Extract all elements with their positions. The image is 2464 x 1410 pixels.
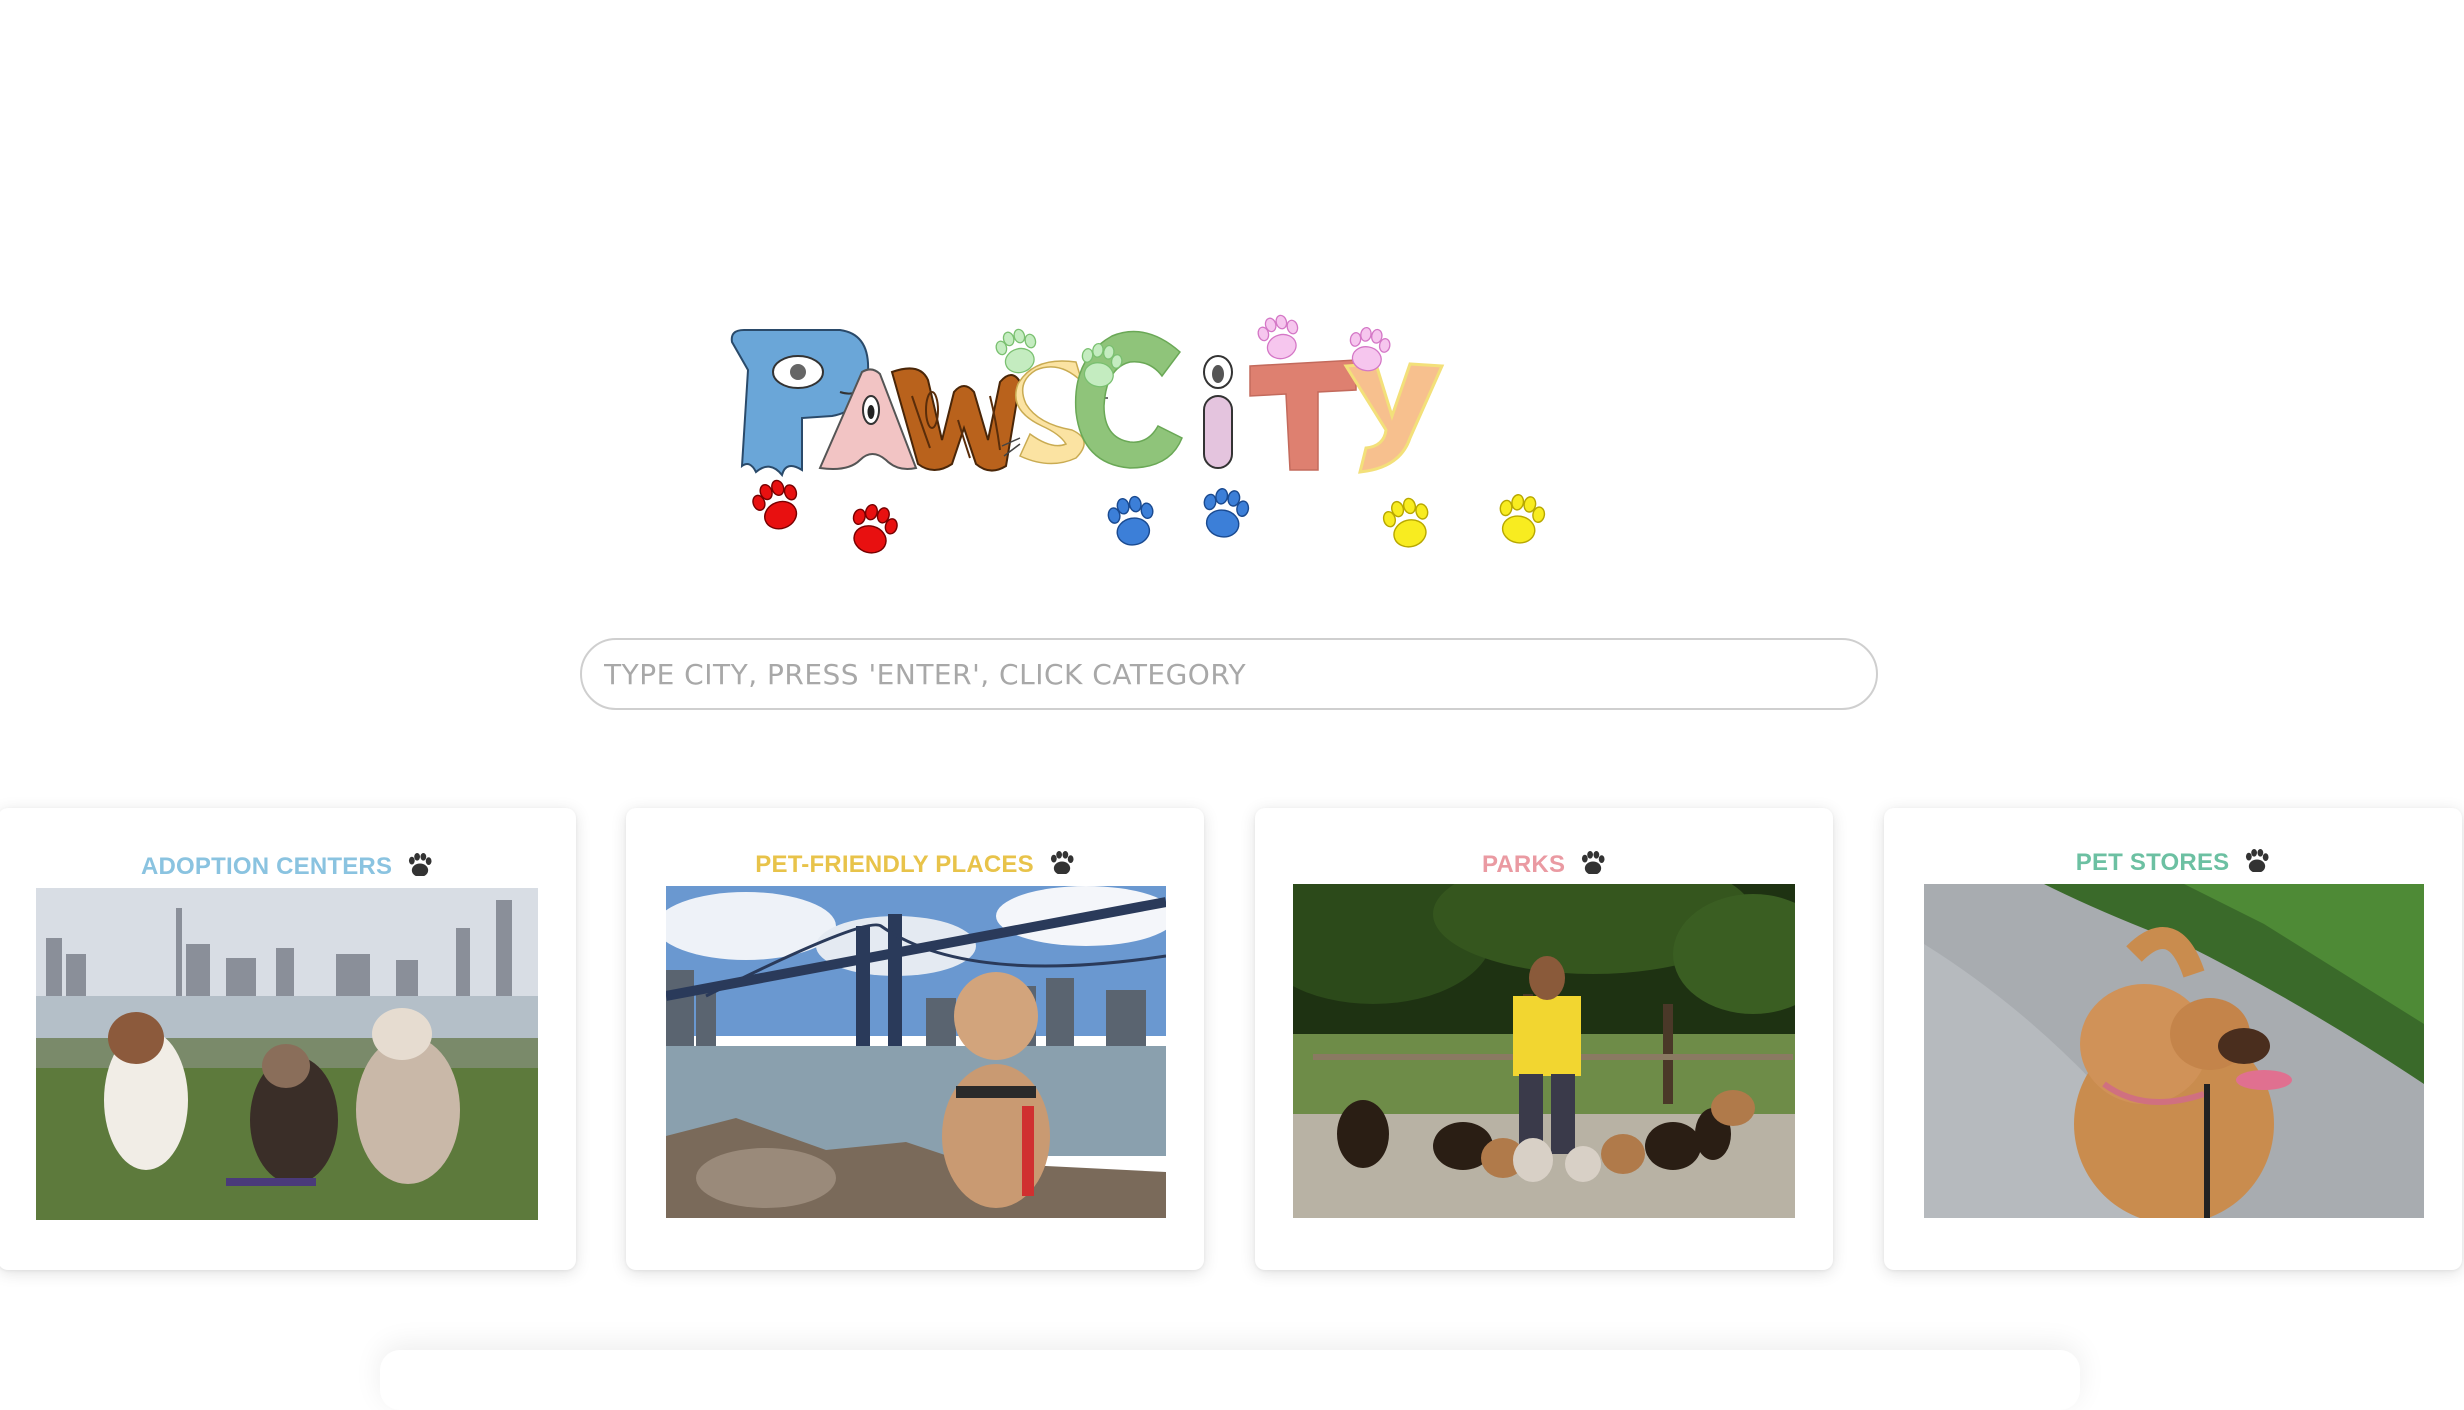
category-label: PARKS bbox=[1481, 851, 1566, 878]
paw-icon bbox=[407, 852, 433, 883]
category-title-pet-stores[interactable]: PET STORES bbox=[1884, 848, 2462, 879]
parks-photo[interactable] bbox=[1293, 884, 1795, 1218]
pet-stores-photo[interactable] bbox=[1924, 884, 2424, 1218]
content-panel-edge bbox=[380, 1350, 2080, 1410]
pet-friendly-places-photo[interactable] bbox=[666, 886, 1166, 1218]
search-bar[interactable] bbox=[580, 638, 1878, 710]
paw-icon bbox=[2244, 848, 2270, 879]
category-label: PET STORES bbox=[2075, 849, 2230, 876]
category-title-pet-friendly-places[interactable]: PET-FRIENDLY PLACES bbox=[626, 850, 1204, 881]
paw-icon bbox=[1049, 850, 1075, 881]
category-label: PET-FRIENDLY PLACES bbox=[755, 851, 1034, 878]
adoption-centers-photo[interactable] bbox=[36, 888, 538, 1220]
category-card-pet-friendly-places[interactable]: PET-FRIENDLY PLACES bbox=[626, 808, 1204, 1270]
category-title-adoption-centers[interactable]: ADOPTION CENTERS bbox=[0, 852, 576, 883]
category-title-parks[interactable]: PARKS bbox=[1255, 850, 1833, 881]
paw-icon bbox=[1580, 850, 1606, 881]
category-card-adoption-centers[interactable]: ADOPTION CENTERS bbox=[0, 808, 576, 1270]
category-card-parks[interactable]: PARKS bbox=[1255, 808, 1833, 1270]
category-label: ADOPTION CENTERS bbox=[140, 853, 393, 880]
city-search-input[interactable] bbox=[582, 640, 1876, 708]
category-card-pet-stores[interactable]: PET STORES bbox=[1884, 808, 2462, 1270]
